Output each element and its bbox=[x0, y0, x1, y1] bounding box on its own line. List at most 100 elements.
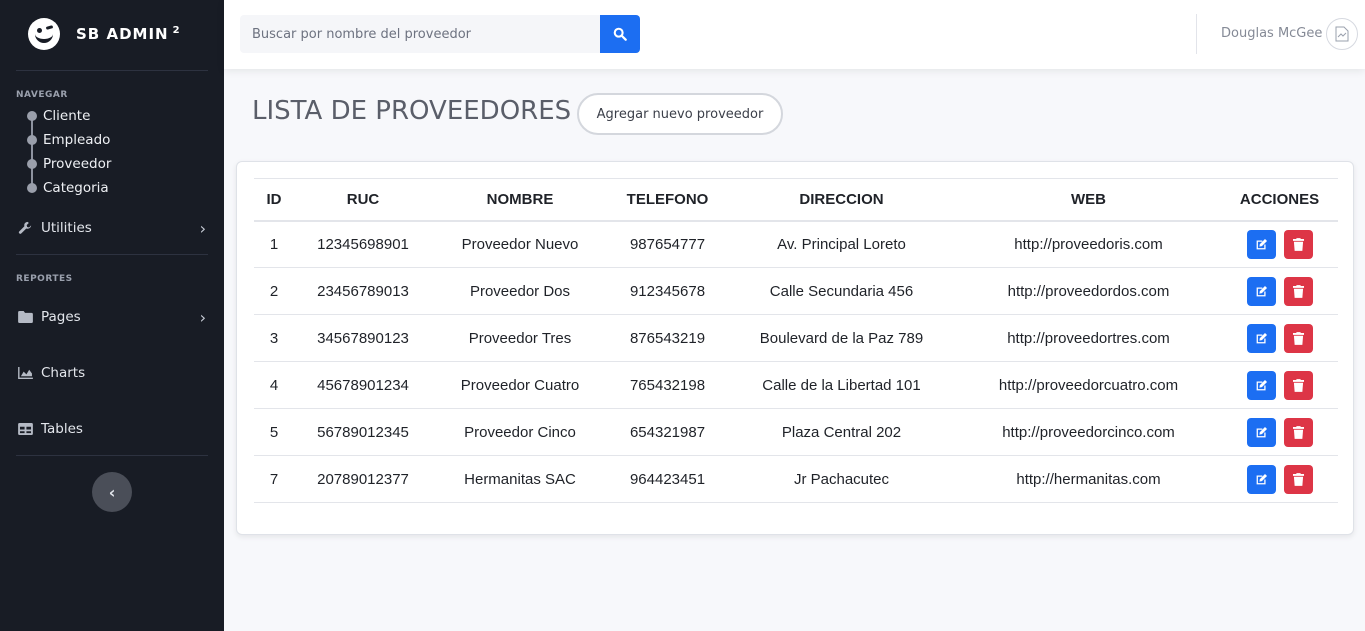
sidebar-item-cliente[interactable]: Cliente bbox=[24, 106, 90, 126]
edit-icon bbox=[1255, 426, 1268, 439]
row-actions bbox=[1221, 417, 1338, 447]
row-actions bbox=[1221, 370, 1338, 400]
table-cell: http://proveedortres.com bbox=[956, 314, 1221, 362]
search-icon bbox=[613, 27, 627, 41]
sidebar-item-empleado[interactable]: Empleado bbox=[24, 130, 110, 150]
table-cell: http://proveedorcuatro.com bbox=[956, 361, 1221, 409]
sidebar-item-label: Categoria bbox=[43, 180, 109, 196]
nav-tree: Cliente Empleado Proveedor Categoria bbox=[24, 104, 204, 196]
sidebar-item-label: Utilities bbox=[41, 220, 92, 236]
table-cell: 4 bbox=[254, 361, 294, 409]
delete-button[interactable] bbox=[1283, 276, 1313, 306]
actions-cell bbox=[1221, 267, 1338, 315]
table-cell: http://hermanitas.com bbox=[956, 455, 1221, 503]
edit-icon bbox=[1255, 473, 1268, 486]
bullet-icon bbox=[27, 135, 37, 145]
sidebar-divider bbox=[16, 455, 208, 456]
table-row: 4 45678901234 Proveedor Cuatro 765432198 Cal… bbox=[254, 361, 1338, 409]
table-cell: Proveedor Cuatro bbox=[432, 361, 608, 409]
table-cell: http://proveedorcinco.com bbox=[956, 408, 1221, 456]
table-row: 2 23456789013 Proveedor Dos 912345678 Calle … bbox=[254, 267, 1338, 315]
avatar[interactable] bbox=[1326, 18, 1358, 50]
table-cell: 765432198 bbox=[608, 361, 727, 409]
column-header[interactable]: RUC bbox=[294, 178, 432, 222]
suppliers-card: ID RUC NOMBRE TELEFONO DIRECCION WEB ACC… bbox=[236, 161, 1354, 535]
sidebar: SB ADMIN 2 NAVEGAR Cliente Empleado Prove… bbox=[0, 0, 224, 631]
delete-button[interactable] bbox=[1283, 417, 1313, 447]
table-cell: 7 bbox=[254, 455, 294, 503]
table-cell: 20789012377 bbox=[294, 455, 432, 503]
row-actions bbox=[1221, 464, 1338, 494]
row-actions bbox=[1221, 229, 1338, 259]
sidebar-item-pages[interactable]: Pages › bbox=[16, 305, 208, 329]
edit-icon bbox=[1255, 238, 1268, 251]
sidebar-item-label: Cliente bbox=[43, 108, 91, 124]
sidebar-divider bbox=[16, 254, 208, 255]
table-cell: 876543219 bbox=[608, 314, 727, 362]
table-cell: Calle de la Libertad 101 bbox=[727, 361, 956, 409]
table-row: 1 12345698901 Proveedor Nuevo 987654777 Av. … bbox=[254, 220, 1338, 268]
sidebar-item-label: Charts bbox=[41, 365, 86, 381]
edit-button[interactable] bbox=[1246, 323, 1276, 353]
edit-button[interactable] bbox=[1246, 276, 1276, 306]
add-supplier-button[interactable]: Agregar nuevo proveedor bbox=[577, 93, 783, 135]
search-input[interactable] bbox=[240, 15, 600, 53]
sidebar-item-proveedor[interactable]: Proveedor bbox=[24, 154, 111, 174]
user-name[interactable]: Douglas McGee bbox=[1221, 26, 1322, 41]
brand[interactable]: SB ADMIN 2 bbox=[28, 18, 181, 50]
row-actions bbox=[1221, 276, 1338, 306]
search-button[interactable] bbox=[600, 15, 640, 53]
column-header[interactable]: TELEFONO bbox=[608, 178, 727, 222]
table-cell: 12345698901 bbox=[294, 220, 432, 268]
edit-button[interactable] bbox=[1246, 417, 1276, 447]
laugh-wink-icon bbox=[28, 18, 60, 50]
edit-button[interactable] bbox=[1246, 229, 1276, 259]
sidebar-divider bbox=[16, 70, 208, 71]
sidebar-item-label: Proveedor bbox=[43, 156, 112, 172]
table-cell: Proveedor Nuevo bbox=[432, 220, 608, 268]
table-row: 3 34567890123 Proveedor Tres 876543219 Boule… bbox=[254, 314, 1338, 362]
sidebar-item-categoria[interactable]: Categoria bbox=[24, 178, 109, 198]
actions-cell bbox=[1221, 361, 1338, 409]
table-cell: http://proveedoris.com bbox=[956, 220, 1221, 268]
actions-cell bbox=[1221, 220, 1338, 268]
sidebar-item-label: Pages bbox=[41, 309, 81, 325]
column-header[interactable]: DIRECCION bbox=[727, 178, 956, 222]
table-row: 5 56789012345 Proveedor Cinco 654321987 Plaz… bbox=[254, 408, 1338, 456]
delete-button[interactable] bbox=[1283, 323, 1313, 353]
table-cell: Av. Principal Loreto bbox=[727, 220, 956, 268]
bullet-icon bbox=[27, 111, 37, 121]
table-cell: 34567890123 bbox=[294, 314, 432, 362]
delete-button[interactable] bbox=[1283, 229, 1313, 259]
page-title: LISTA DE PROVEEDORES bbox=[252, 96, 572, 126]
edit-button[interactable] bbox=[1246, 464, 1276, 494]
sidebar-item-charts[interactable]: Charts bbox=[16, 361, 208, 385]
bullet-icon bbox=[27, 159, 37, 169]
column-header[interactable]: NOMBRE bbox=[432, 178, 608, 222]
delete-button[interactable] bbox=[1283, 464, 1313, 494]
sidebar-item-label: Tables bbox=[41, 421, 83, 437]
topbar-divider bbox=[1196, 14, 1197, 54]
sidebar-toggle-button[interactable]: ‹ bbox=[92, 472, 132, 512]
table-cell: 5 bbox=[254, 408, 294, 456]
table-cell: 23456789013 bbox=[294, 267, 432, 315]
table-cell: 3 bbox=[254, 314, 294, 362]
chevron-left-icon: ‹ bbox=[108, 482, 116, 502]
column-header[interactable]: ID bbox=[254, 178, 294, 222]
delete-button[interactable] bbox=[1283, 370, 1313, 400]
table-cell: Boulevard de la Paz 789 bbox=[727, 314, 956, 362]
table-cell: Plaza Central 202 bbox=[727, 408, 956, 456]
table-cell: Proveedor Dos bbox=[432, 267, 608, 315]
wrench-icon bbox=[16, 221, 34, 235]
column-header: ACCIONES bbox=[1221, 178, 1338, 222]
edit-icon bbox=[1255, 332, 1268, 345]
sidebar-item-utilities[interactable]: Utilities › bbox=[16, 216, 208, 240]
table-header-row: ID RUC NOMBRE TELEFONO DIRECCION WEB ACC… bbox=[254, 178, 1338, 222]
table-cell: 2 bbox=[254, 267, 294, 315]
search-form bbox=[240, 15, 640, 53]
column-header[interactable]: WEB bbox=[956, 178, 1221, 222]
broken-image-icon bbox=[1335, 26, 1349, 42]
edit-button[interactable] bbox=[1246, 370, 1276, 400]
sidebar-item-tables[interactable]: Tables bbox=[16, 417, 208, 441]
actions-cell bbox=[1221, 314, 1338, 362]
